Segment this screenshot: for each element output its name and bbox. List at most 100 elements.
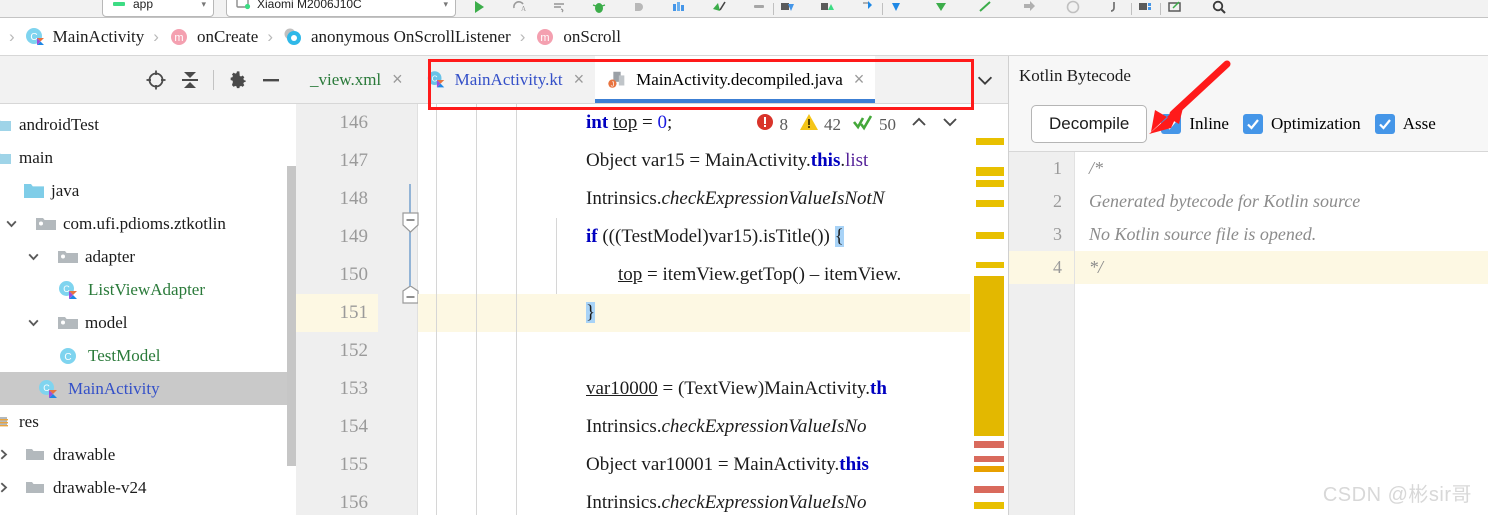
editor-tab-mainactivity-decompiled-java[interactable]: J MainActivity.decompiled.java × bbox=[595, 56, 876, 103]
debug-attach-icon[interactable]: A bbox=[510, 0, 528, 16]
code-line[interactable]: } bbox=[418, 294, 970, 332]
git-update-icon[interactable] bbox=[888, 0, 906, 16]
decompile-button[interactable]: Decompile bbox=[1031, 104, 1148, 143]
tree-item-package-adapter[interactable]: adapter bbox=[0, 240, 296, 273]
avd-manager-icon[interactable] bbox=[710, 0, 728, 16]
device-selector[interactable]: Xiaomi M2006J10C ▾ bbox=[226, 0, 456, 17]
code-line[interactable] bbox=[418, 332, 970, 370]
code-line[interactable]: Intrinsics.checkExpressionValueIsNotN bbox=[418, 180, 970, 218]
debug-icon[interactable] bbox=[590, 0, 608, 16]
preview-icon[interactable] bbox=[1166, 0, 1184, 16]
locate-icon[interactable] bbox=[139, 63, 173, 97]
error-marker[interactable] bbox=[974, 441, 1004, 448]
tree-item-res[interactable]: res bbox=[0, 405, 296, 438]
warning-marker[interactable] bbox=[976, 167, 1004, 176]
warning-marker[interactable] bbox=[974, 466, 1004, 472]
breadcrumb-item-onscroll[interactable]: m onScroll bbox=[532, 26, 623, 48]
bytecode-code-view[interactable]: 1 2 3 4 /* Generated bytecode for Kotlin… bbox=[1009, 152, 1488, 515]
warning-icon[interactable] bbox=[799, 112, 819, 137]
sync-gradle-icon[interactable] bbox=[859, 0, 877, 16]
fold-close-icon[interactable] bbox=[402, 285, 419, 309]
chevron-down-icon[interactable] bbox=[22, 250, 44, 263]
close-icon[interactable]: × bbox=[854, 69, 865, 90]
git-push-icon[interactable] bbox=[976, 0, 994, 16]
chevron-right-icon[interactable] bbox=[0, 481, 14, 494]
chevron-down-icon[interactable] bbox=[0, 217, 22, 230]
profile-icon[interactable] bbox=[630, 0, 648, 16]
apply-changes-icon[interactable] bbox=[550, 0, 568, 16]
code-text-area[interactable]: int top = 0; Object var15 = MainActivity… bbox=[418, 104, 970, 515]
code-folding-column[interactable] bbox=[400, 104, 419, 515]
checkbox-inline[interactable]: Inline bbox=[1161, 113, 1229, 134]
editor-tab-mainactivity-kt[interactable]: C MainActivity.kt × bbox=[413, 56, 596, 103]
device-manager-icon[interactable] bbox=[819, 0, 837, 16]
run-configuration-selector[interactable]: app ▾ bbox=[102, 0, 214, 17]
code-editor[interactable]: 146 147 148 149 150 151 152 153 154 155 … bbox=[296, 104, 1008, 515]
chevron-down-icon[interactable] bbox=[962, 56, 1008, 103]
error-marker[interactable] bbox=[974, 486, 1004, 493]
checkbox-assertions[interactable]: Asse bbox=[1374, 113, 1436, 134]
tree-item-drawable-v24[interactable]: drawable-v24 bbox=[0, 471, 296, 504]
bytecode-line[interactable]: /* bbox=[1075, 152, 1488, 185]
code-line[interactable]: if (((TestModel)var15).isTitle()) { bbox=[418, 218, 970, 256]
tree-item-java[interactable]: java bbox=[0, 174, 296, 207]
forward-icon[interactable] bbox=[1020, 0, 1038, 16]
bytecode-text-area[interactable]: /* Generated bytecode for Kotlin source … bbox=[1075, 152, 1488, 515]
warning-marker[interactable] bbox=[976, 232, 1004, 239]
breadcrumb-item-anonymous[interactable]: anonymous OnScrollListener bbox=[280, 26, 513, 48]
sdk-manager-icon[interactable] bbox=[779, 0, 797, 16]
checkbox-optimization[interactable]: Optimization bbox=[1242, 113, 1361, 134]
code-line[interactable]: Object var10001 = MainActivity.this bbox=[418, 446, 970, 484]
warning-marker[interactable] bbox=[974, 502, 1004, 509]
inspection-summary[interactable]: 8 42 50 bbox=[750, 110, 964, 139]
bytecode-line[interactable]: */ bbox=[1075, 251, 1488, 284]
chevron-up-icon[interactable] bbox=[909, 112, 929, 137]
warning-marker[interactable] bbox=[976, 138, 1004, 145]
code-line[interactable]: var10000 = (TextView)MainActivity.th bbox=[418, 370, 970, 408]
warning-marker[interactable] bbox=[976, 262, 1004, 268]
inspection-ok-icon[interactable] bbox=[852, 112, 874, 137]
revert-icon[interactable] bbox=[1064, 0, 1082, 16]
search-everywhere-icon[interactable] bbox=[1210, 0, 1228, 16]
code-line[interactable]: Object var15 = MainActivity.this.list bbox=[418, 142, 970, 180]
tree-item-main[interactable]: main bbox=[0, 141, 296, 174]
code-line[interactable]: top = itemView.getTop() – itemView. bbox=[418, 256, 970, 294]
tree-item-package-root[interactable]: com.ufi.pdioms.ztkotlin bbox=[0, 207, 296, 240]
warning-marker[interactable] bbox=[976, 200, 1004, 207]
close-icon[interactable]: × bbox=[574, 69, 585, 90]
code-line[interactable]: Intrinsics.checkExpressionValueIsNo bbox=[418, 408, 970, 446]
debug-console-icon[interactable] bbox=[1137, 0, 1155, 16]
warning-marker[interactable] bbox=[976, 180, 1004, 187]
chevron-right-icon[interactable] bbox=[0, 448, 14, 461]
breadcrumb-item-mainactivity[interactable]: C MainActivity bbox=[22, 26, 147, 48]
code-line[interactable]: Intrinsics.checkExpressionValueIsNo bbox=[418, 484, 970, 515]
chevron-down-icon[interactable] bbox=[22, 316, 44, 329]
editor-marker-scrollbar[interactable] bbox=[970, 104, 1008, 515]
tree-item-listviewadapter[interactable]: C ListViewAdapter bbox=[0, 273, 296, 306]
chevron-down-icon[interactable] bbox=[940, 112, 960, 137]
layout-inspector-icon[interactable] bbox=[670, 0, 688, 16]
tree-item-drawable[interactable]: drawable bbox=[0, 438, 296, 471]
sidebar-scrollbar-thumb[interactable] bbox=[287, 166, 296, 466]
bytecode-line[interactable]: No Kotlin source file is opened. bbox=[1075, 218, 1488, 251]
git-commit-icon[interactable] bbox=[932, 0, 950, 16]
tree-item-mainactivity[interactable]: C MainActivity bbox=[0, 372, 296, 405]
tree-item-androidtest[interactable]: androidTest bbox=[0, 108, 296, 141]
collapse-all-icon[interactable] bbox=[173, 63, 207, 97]
tree-item-testmodel[interactable]: C TestModel bbox=[0, 339, 296, 372]
bytecode-line[interactable]: Generated bytecode for Kotlin source bbox=[1075, 185, 1488, 218]
run-icon[interactable] bbox=[470, 0, 488, 16]
close-icon[interactable]: × bbox=[392, 69, 403, 90]
hide-panel-icon[interactable] bbox=[254, 63, 288, 97]
undo-icon[interactable] bbox=[1108, 0, 1126, 16]
tree-item-package-model[interactable]: model bbox=[0, 306, 296, 339]
stop-icon[interactable] bbox=[750, 0, 768, 16]
editor-tab-view-xml[interactable]: _view.xml × bbox=[296, 56, 414, 103]
sidebar-scrollbar[interactable] bbox=[287, 166, 296, 466]
settings-gear-icon[interactable] bbox=[220, 63, 254, 97]
error-marker[interactable] bbox=[974, 456, 1004, 462]
fold-open-icon[interactable] bbox=[402, 212, 419, 239]
breadcrumb-item-oncreate[interactable]: m onCreate bbox=[166, 26, 260, 48]
scrollbar-thumb[interactable] bbox=[974, 276, 1004, 436]
error-icon[interactable] bbox=[755, 112, 775, 137]
